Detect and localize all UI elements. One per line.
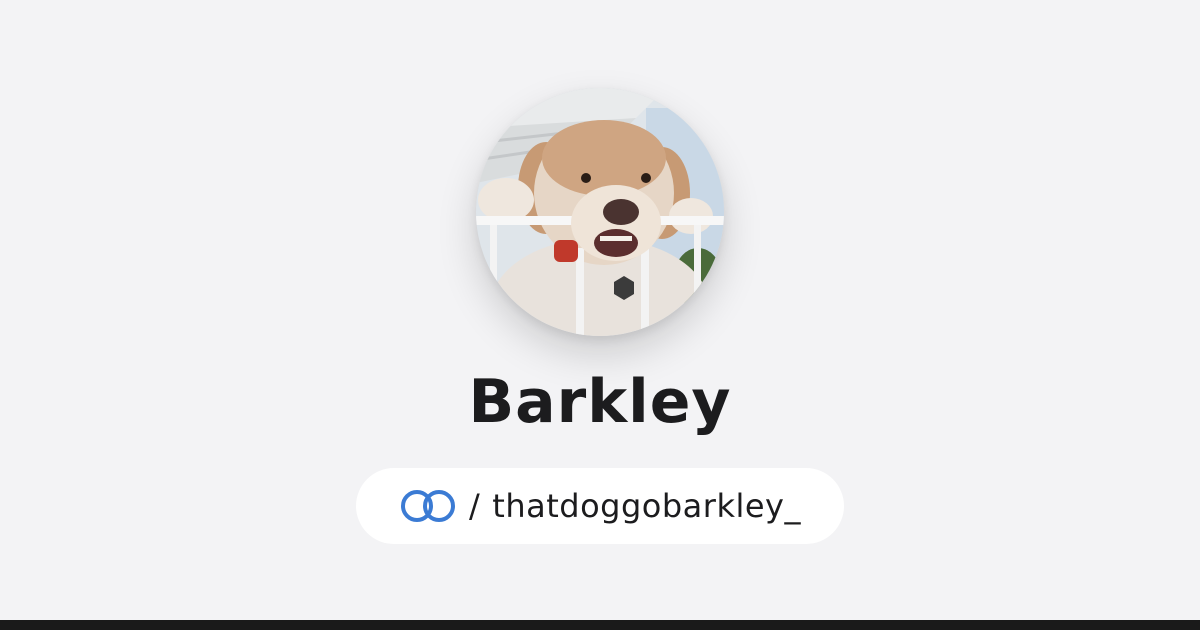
profile-handle: thatdoggobarkley_ bbox=[492, 487, 801, 525]
profile-name: Barkley bbox=[468, 367, 732, 437]
avatar bbox=[476, 88, 724, 336]
avatar-photo bbox=[476, 88, 724, 336]
profile-card: Barkley / thatdoggobarkley_ bbox=[0, 0, 1200, 630]
linked-rings-icon bbox=[401, 490, 455, 522]
bottom-bar bbox=[0, 620, 1200, 630]
handle-separator: / bbox=[469, 487, 481, 525]
profile-handle-link[interactable]: / thatdoggobarkley_ bbox=[356, 468, 844, 544]
